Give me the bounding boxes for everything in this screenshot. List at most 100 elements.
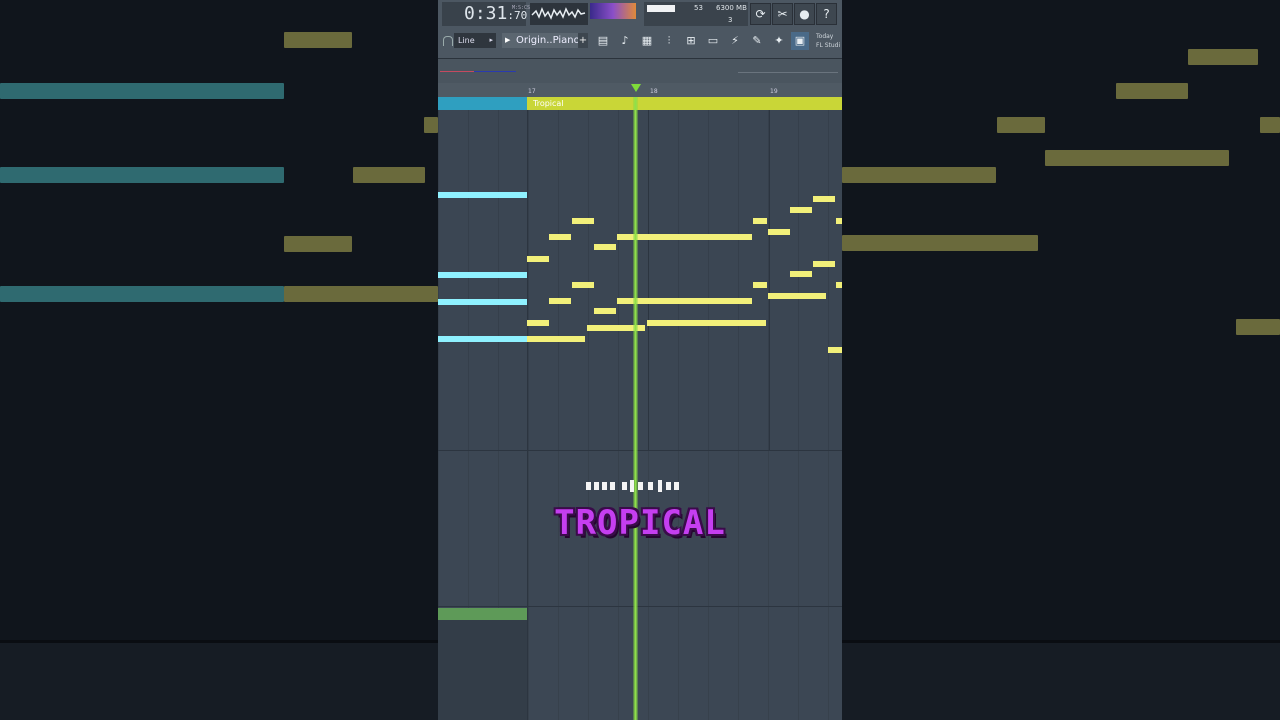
note[interactable] [813,196,835,202]
note[interactable] [549,298,571,304]
bg-note [0,286,284,302]
overlay-title: TROPICAL [554,503,726,543]
memory-bar [647,5,675,12]
bg-note [1045,150,1229,166]
note-grid[interactable] [438,110,842,450]
bar-line [769,110,770,450]
add-instrument-button[interactable]: + [578,33,588,48]
note[interactable] [594,244,616,250]
overview-mark [440,71,474,72]
bg-note [0,83,284,99]
ghost-note[interactable] [438,272,527,278]
bg-note [842,235,1038,251]
note[interactable] [647,320,766,326]
ghost-note[interactable] [438,192,527,198]
peak-meter [590,3,636,19]
playlist-icon[interactable]: ▤ [594,32,612,50]
piano-roll-window: 0:31:70 M:S:CS 53 6300 MB 3 ⟳ ✂ ● ? Line… [438,0,842,720]
note[interactable] [572,218,594,224]
overview-mark [474,71,516,72]
note[interactable] [768,229,790,235]
ghost-note[interactable] [438,336,527,342]
beat-dot [602,482,607,490]
note[interactable] [768,293,826,299]
instrument-select[interactable]: ▶ Origin..Piano: [502,33,583,48]
bg-note [997,117,1045,133]
note[interactable] [836,218,842,224]
note[interactable] [753,282,767,288]
beat-dot [622,482,627,490]
note[interactable] [527,320,549,326]
help-icon[interactable]: ? [816,3,837,25]
pattern-clip-prev[interactable] [438,97,527,110]
play-icon: ▶ [505,36,511,44]
pattern-label: Tropical [533,99,564,108]
poly-count: 53 [694,4,703,12]
beat-dot [658,480,662,492]
snap-select[interactable]: Line ▸ [454,33,496,48]
playhead-marker[interactable] [631,84,641,92]
headphones-icon[interactable] [443,36,453,46]
shop-icon[interactable]: ▣ [791,32,809,50]
note[interactable] [572,282,594,288]
mixer-icon[interactable]: ⫶ [660,32,678,50]
bar-line [527,110,528,450]
memory-usage: 6300 MB [716,4,747,12]
tools-icon[interactable]: ✎ [748,32,766,50]
note[interactable] [594,308,616,314]
channel-rack-icon[interactable]: ▦ [638,32,656,50]
time-unit: M:S:CS [512,5,531,11]
bg-note [1260,117,1280,133]
bg-note [353,167,425,183]
note[interactable] [813,261,835,267]
note[interactable] [790,207,812,213]
beat-dot [586,482,591,490]
refresh-icon[interactable]: ⟳ [750,3,771,25]
bg-note [1236,319,1280,335]
news-line1: Today [816,33,834,40]
song-time-display[interactable]: 0:31:70 M:S:CS [442,2,530,26]
beat-dot [594,482,599,490]
news-panel[interactable]: Today FL Studi [816,32,842,50]
browser-icon[interactable]: ⊞ [682,32,700,50]
beat-dot [674,482,679,490]
background-right [842,0,1280,720]
piano-roll-toolbar: Line ▸ ▶ Origin..Piano: + ▤ ♪ ▦ ⫶ ⊞ ▭ ⚡ … [438,30,842,52]
pattern-clip-tropical[interactable]: Tropical [527,97,842,110]
cpu-memory-panel: 53 6300 MB 3 [644,2,748,26]
event-hsep [438,606,842,607]
chevron-right-icon: ▸ [489,36,493,44]
note[interactable] [549,234,571,240]
note[interactable] [790,271,812,277]
pattern-overview[interactable] [438,59,842,83]
snap-label: Line [458,36,475,45]
voice-count: 3 [728,16,733,24]
cut-icon[interactable]: ✂ [772,3,793,25]
news-line2: FL Studi [816,42,841,49]
channel-block[interactable] [438,608,527,620]
bg-note [284,286,438,302]
bar-number: 19 [770,88,778,95]
time-main: 0:31 [464,3,508,24]
main-toolbar: 0:31:70 M:S:CS 53 6300 MB 3 ⟳ ✂ ● ? Line… [438,0,842,59]
note[interactable] [753,218,767,224]
note[interactable] [527,256,549,262]
note[interactable] [828,347,842,353]
oscilloscope [530,3,588,25]
bg-note [842,167,996,183]
bg-note [1188,49,1258,65]
microphone-icon[interactable]: ● [794,3,815,25]
bg-note [1116,83,1188,99]
event-divider [527,451,528,720]
piano-roll-icon[interactable]: ♪ [616,32,634,50]
note[interactable] [836,282,842,288]
event-editor[interactable] [438,450,842,720]
tempo-icon[interactable]: ✦ [770,32,788,50]
project-icon[interactable]: ▭ [704,32,722,50]
instrument-label: Origin..Piano: [516,35,584,46]
note[interactable] [527,336,585,342]
ghost-note[interactable] [438,299,527,305]
plugin-icon[interactable]: ⚡ [726,32,744,50]
overview-mark [738,72,838,73]
bg-note [0,167,284,183]
